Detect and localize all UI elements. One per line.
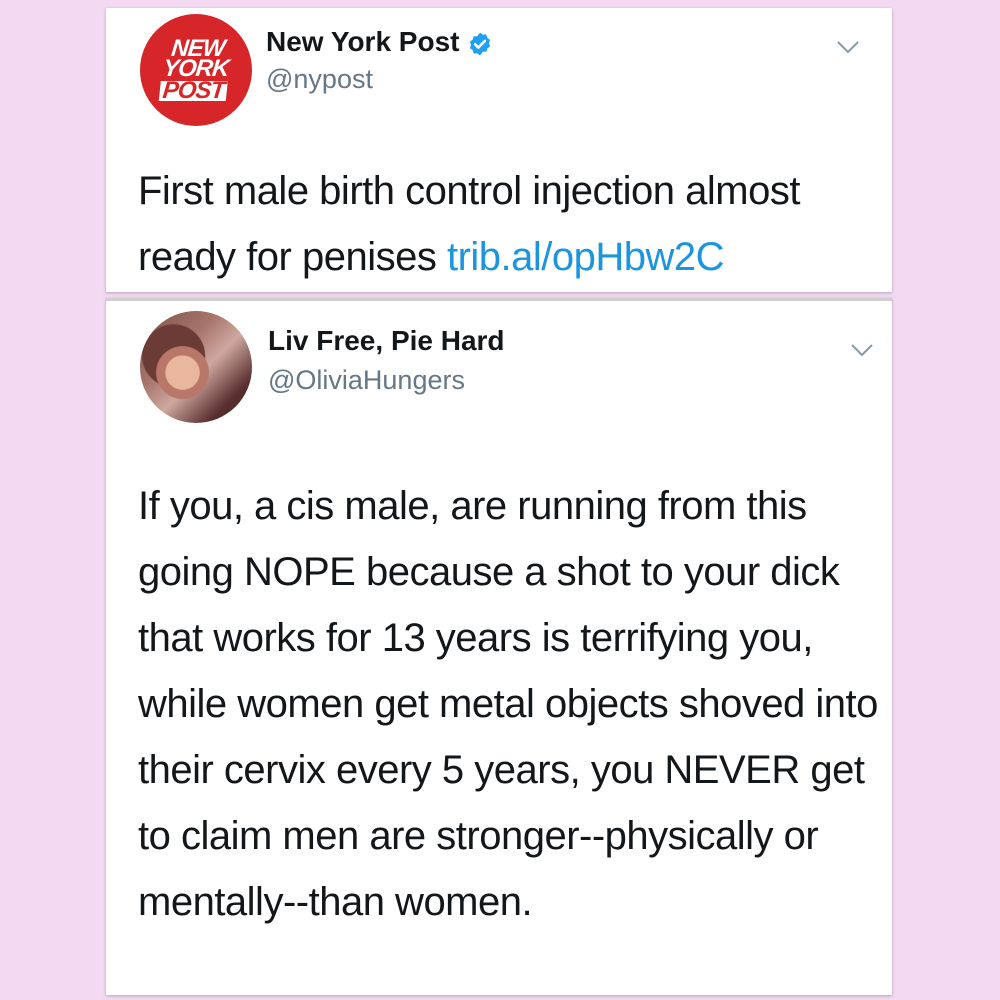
display-name[interactable]: Liv Free, Pie Hard <box>268 325 505 357</box>
nypost-logo: NEW YORK POST <box>159 35 233 104</box>
tweet-card-nypost[interactable]: NEW YORK POST New York Post @nypost Firs… <box>106 8 892 292</box>
chevron-down-icon[interactable] <box>850 343 874 357</box>
tweet-text: If you, a cis male, are running from thi… <box>138 484 878 924</box>
user-handle[interactable]: @OliviaHungers <box>268 365 465 396</box>
display-name[interactable]: New York Post <box>266 26 493 58</box>
tweet-card-olivia[interactable]: Liv Free, Pie Hard @OliviaHungers If you… <box>106 298 892 995</box>
chevron-down-icon[interactable] <box>836 40 860 54</box>
verified-badge-icon <box>470 32 491 55</box>
avatar[interactable]: NEW YORK POST <box>140 14 252 126</box>
avatar[interactable] <box>140 311 252 423</box>
tweet-text: First male birth control injection almos… <box>138 169 800 279</box>
user-handle[interactable]: @nypost <box>266 64 373 95</box>
tweet-link[interactable]: trib.al/opHbw2C <box>447 235 725 279</box>
